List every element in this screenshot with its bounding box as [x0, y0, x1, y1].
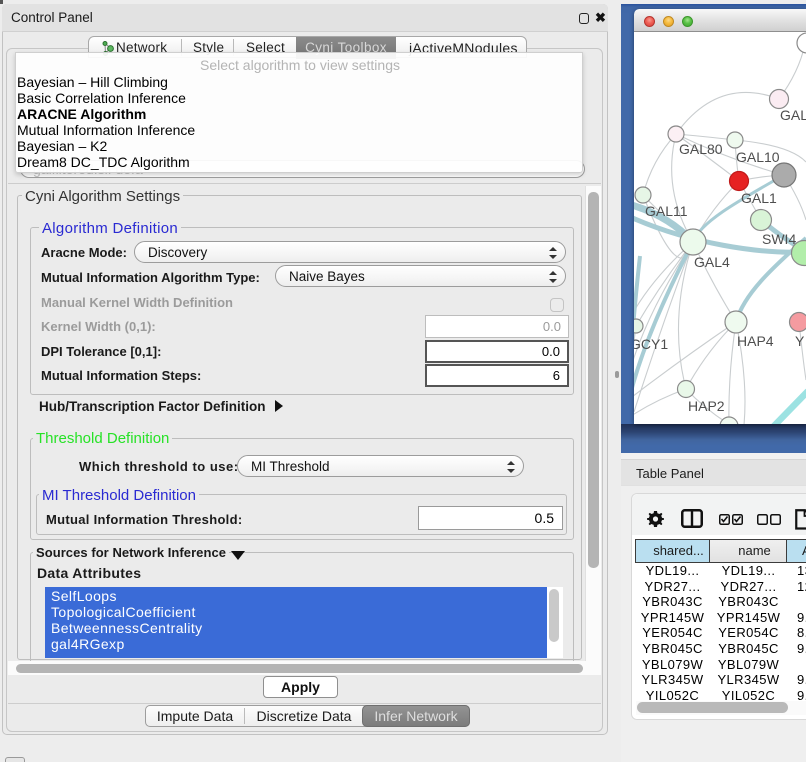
svg-text:GAL10: GAL10 — [736, 149, 780, 165]
svg-text:GAL80: GAL80 — [679, 141, 723, 157]
svg-text:GAL4: GAL4 — [694, 254, 730, 270]
svg-text:Y: Y — [795, 333, 805, 349]
svg-text:HAP4: HAP4 — [737, 333, 774, 349]
svg-text:GAL2: GAL2 — [780, 107, 806, 123]
svg-text:GAL11: GAL11 — [645, 203, 688, 219]
svg-text:GCY1: GCY1 — [634, 336, 668, 352]
svg-text:SWI4: SWI4 — [762, 231, 796, 247]
svg-text:GAL1: GAL1 — [741, 190, 777, 206]
svg-text:HAP2: HAP2 — [688, 398, 725, 414]
